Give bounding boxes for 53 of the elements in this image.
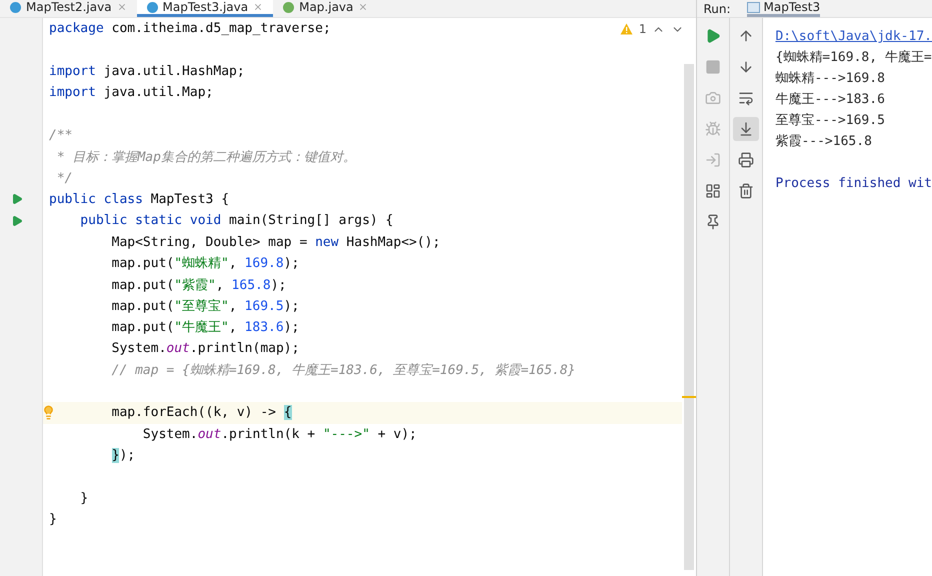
code-line: public class MapTest3 {	[49, 192, 230, 207]
warning-icon	[620, 23, 633, 35]
code-line: import java.util.HashMap;	[49, 64, 245, 79]
warning-count: 1	[638, 22, 646, 36]
trash-icon	[738, 183, 754, 199]
run-icon[interactable]	[11, 193, 23, 206]
bug-icon	[705, 121, 722, 137]
code-line: }	[79, 490, 88, 506]
console-icon	[746, 2, 760, 12]
code-line: // map = {蜘蛛精=169.8, 牛魔王=183.6, 至尊宝=169.5, 紫霞=165.8}	[110, 362, 576, 380]
code-line: map.put("紫霞", 165.8);	[110, 276, 286, 294]
editor-tab[interactable]: Map.java	[273, 0, 378, 17]
console-link[interactable]: D:\soft\Java\jdk-17.	[775, 26, 932, 47]
code-line: });	[110, 448, 136, 464]
code-line: System.out.println(k + "--->" + v);	[142, 426, 417, 442]
code-line: map.put("蜘蛛精", 169.8);	[110, 255, 300, 272]
code-line: }	[49, 512, 57, 528]
run-tab[interactable]: MapTest3	[746, 0, 820, 17]
code-line: * 目标：掌握Map集合的第二种遍历方式：键值对。	[56, 148, 356, 166]
code-line: */	[56, 170, 72, 186]
code-line: Map<String, Double> map = new HashMap<>();	[110, 234, 440, 250]
run-icon[interactable]	[11, 214, 23, 227]
code-line: /**	[49, 128, 72, 143]
console-line: 紫霞--->165.8	[775, 133, 873, 151]
warning-marker	[682, 396, 696, 398]
code-line: import java.util.Map;	[49, 85, 214, 100]
close-icon[interactable]	[116, 2, 127, 12]
arrow-into-box-icon	[705, 152, 722, 168]
stop-icon	[705, 59, 722, 75]
close-icon[interactable]	[358, 2, 368, 12]
console-line: 牛魔王--->183.6	[775, 91, 886, 109]
run-label: Run:	[703, 2, 731, 16]
play-icon	[705, 28, 722, 44]
editor-tab[interactable]: MapTest3.java	[136, 0, 274, 17]
scrollbar[interactable]	[684, 64, 694, 570]
console-line: Process finished wit	[775, 175, 932, 193]
lightbulb-icon[interactable]	[41, 405, 56, 420]
console-line: 至尊宝--->169.5	[775, 112, 886, 130]
code-line: map.put("至尊宝", 169.5);	[110, 298, 300, 316]
console-line: {蜘蛛精=169.8, 牛魔王=	[775, 49, 932, 67]
code-line: map.put("牛魔王", 183.6);	[110, 319, 300, 336]
console-line: 蜘蛛精--->169.8	[775, 70, 886, 88]
code-line: package com.itheima.d5_map_traverse;	[49, 21, 331, 36]
printer-icon	[738, 152, 754, 168]
code-line: public static void main(String[] args) {	[79, 213, 394, 228]
code-line: System.out.println(map);	[110, 341, 300, 356]
pin-icon	[705, 214, 722, 230]
wrap-text-icon	[738, 90, 754, 106]
close-icon[interactable]	[253, 2, 264, 12]
editor-tab[interactable]: MapTest2.java	[0, 0, 137, 17]
scroll-end-button[interactable]	[733, 117, 760, 141]
layout-icon	[705, 183, 722, 199]
camera-icon	[705, 90, 722, 106]
